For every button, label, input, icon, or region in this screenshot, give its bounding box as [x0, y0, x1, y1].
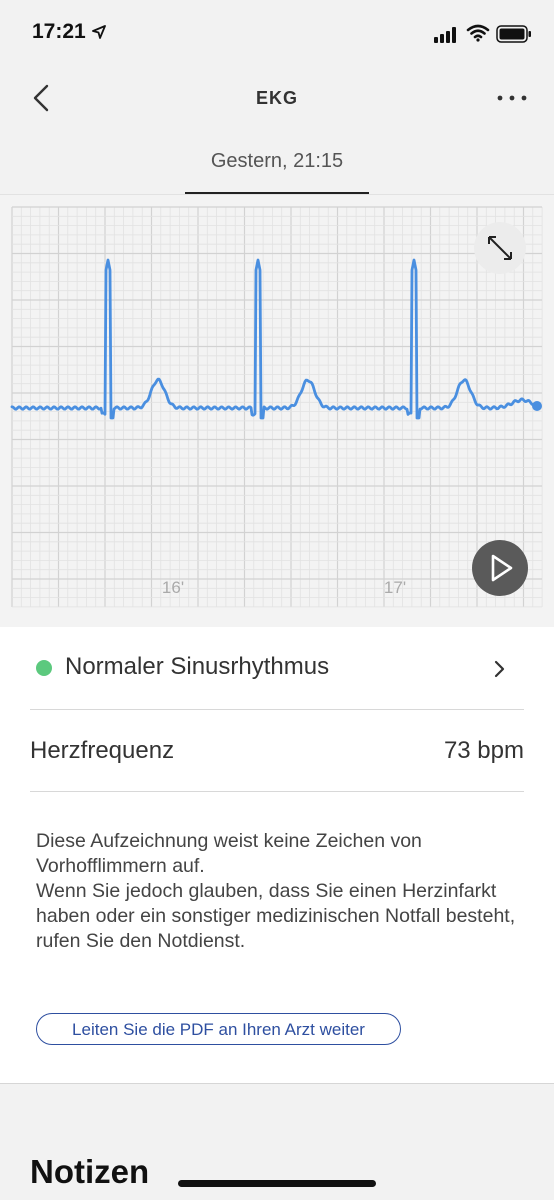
description-line: Wenn Sie jedoch glauben, dass Sie einen … [36, 880, 516, 952]
time-label-16: 16' [162, 578, 184, 597]
location-arrow-icon [92, 25, 106, 39]
rhythm-row[interactable]: Normaler Sinusrhythmus [0, 627, 554, 709]
play-icon [491, 554, 513, 582]
rhythm-classification: Normaler Sinusrhythmus [65, 653, 330, 680]
status-time: 17:21 [32, 20, 86, 43]
notes-heading: Notizen [30, 1153, 150, 1190]
result-card: Normaler Sinusrhythmus Herzfrequenz 73 b… [0, 627, 554, 1084]
status-bar: 17:21 [0, 0, 554, 70]
expand-arrows-icon [488, 236, 512, 260]
page-title: EKG [255, 88, 298, 108]
play-button[interactable] [472, 540, 528, 596]
expand-button[interactable] [474, 222, 526, 274]
battery-icon [496, 25, 531, 43]
recording-date-tab[interactable]: Gestern, 21:15 [185, 150, 369, 173]
status-dot-icon [36, 660, 52, 676]
divider [30, 791, 524, 792]
forward-pdf-button[interactable]: Leiten Sie die PDF an Ihren Arzt weiter [36, 1013, 401, 1045]
ecg-trace-endpoint [532, 401, 542, 411]
description-line: Diese Aufzeichnung weist keine Zeichen v… [36, 830, 422, 877]
heart-rate-label: Herzfrequenz [30, 737, 175, 764]
chevron-right-icon [494, 660, 505, 678]
result-description: Diese Aufzeichnung weist keine Zeichen v… [36, 829, 516, 954]
cellular-signal-icon [434, 27, 456, 43]
divider [30, 709, 524, 710]
time-label-17: 17' [384, 578, 406, 597]
home-indicator [178, 1180, 376, 1187]
more-options-icon[interactable] [496, 94, 528, 102]
heart-rate-value: 73 bpm [443, 737, 524, 764]
ecg-graph: 16' 17' [10, 206, 543, 608]
wifi-icon [466, 24, 490, 42]
ecg-chart: 16' 17' [0, 195, 554, 627]
